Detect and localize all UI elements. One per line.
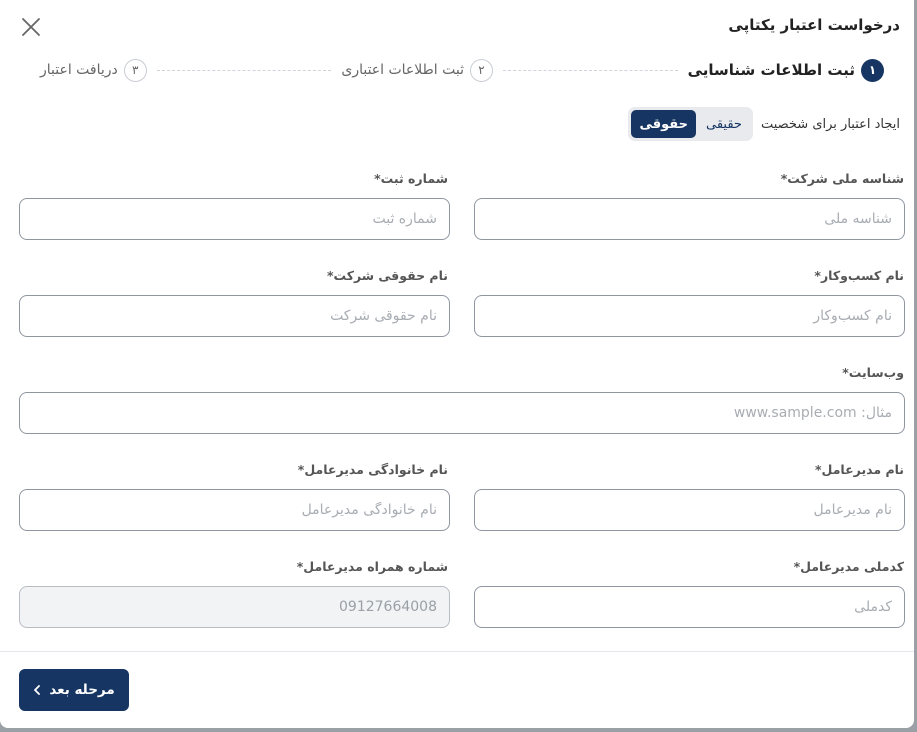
website-label: وب‌سایت* xyxy=(842,365,904,380)
step-connector xyxy=(156,69,332,71)
step-1-number: ۱ xyxy=(861,58,884,82)
national-id-input[interactable] xyxy=(474,198,905,240)
step-1-label: ثبت اطلاعات شناسایی xyxy=(687,61,855,79)
website-input[interactable] xyxy=(19,392,905,434)
step-2: ۲ ثبت اطلاعات اعتباری xyxy=(341,58,493,82)
step-2-number: ۲ xyxy=(470,58,493,82)
credit-request-modal: درخواست اعتبار یکتاپی ۱ ثبت اطلاعات شناس… xyxy=(0,0,914,728)
ceo-family-label: نام خانوادگی مدیرعامل* xyxy=(297,462,448,477)
step-2-label: ثبت اطلاعات اعتباری xyxy=(341,62,464,78)
national-id-label: شناسه ملی شرکت* xyxy=(780,171,904,186)
ceo-national-code-label: کدملی مدیرعامل* xyxy=(793,559,904,574)
registration-number-input[interactable] xyxy=(19,198,450,240)
footer-divider xyxy=(0,651,914,652)
ceo-mobile-input xyxy=(19,586,450,628)
close-icon xyxy=(22,18,40,36)
ceo-name-label: نام مدیرعامل* xyxy=(815,462,904,477)
legal-name-input[interactable] xyxy=(19,295,450,337)
entity-type-toggle: حقیقی حقوقی xyxy=(628,107,753,141)
step-3-number: ۳ xyxy=(123,58,147,82)
entity-type-label: ایجاد اعتبار برای شخصیت xyxy=(760,116,900,132)
entity-option-natural[interactable]: حقیقی xyxy=(698,110,750,138)
ceo-name-input[interactable] xyxy=(474,489,905,531)
stepper: ۱ ثبت اطلاعات شناسایی ۲ ثبت اطلاعات اعتب… xyxy=(40,57,884,83)
step-3-label: دریافت اعتبار xyxy=(39,62,118,78)
ceo-national-code-input[interactable] xyxy=(474,586,905,628)
entity-option-legal[interactable]: حقوقی xyxy=(631,110,696,138)
entity-type-row: ایجاد اعتبار برای شخصیت حقیقی حقوقی xyxy=(628,107,900,141)
ceo-family-input[interactable] xyxy=(19,489,450,531)
business-name-label: نام کسب‌وکار* xyxy=(814,268,904,283)
ceo-mobile-label: شماره همراه مدیرعامل* xyxy=(296,559,448,574)
next-step-button[interactable]: مرحله بعد xyxy=(19,669,129,711)
business-name-input[interactable] xyxy=(474,295,905,337)
close-button[interactable] xyxy=(20,16,42,38)
step-connector xyxy=(503,69,678,71)
step-1: ۱ ثبت اطلاعات شناسایی xyxy=(687,58,884,82)
modal-title: درخواست اعتبار یکتاپی xyxy=(728,16,900,34)
next-step-label: مرحله بعد xyxy=(49,682,115,698)
step-3: ۳ دریافت اعتبار xyxy=(39,58,147,82)
chevron-left-icon xyxy=(34,685,41,695)
legal-name-label: نام حقوقی شرکت* xyxy=(326,268,448,283)
registration-number-label: شماره ثبت* xyxy=(374,171,448,186)
